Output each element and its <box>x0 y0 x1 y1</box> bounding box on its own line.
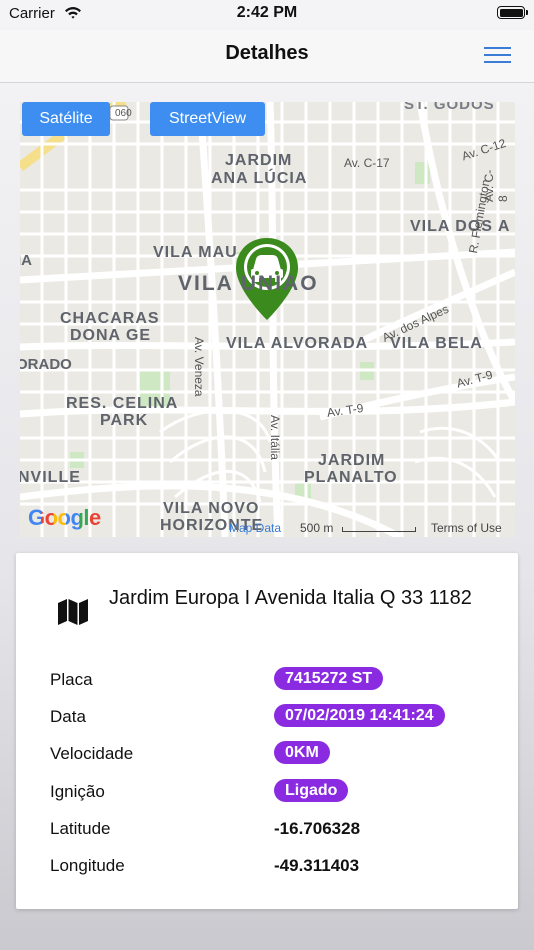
plate-badge: 7415272 ST <box>274 667 384 690</box>
detail-row-latitude: Latitude -16.706328 <box>50 816 500 844</box>
detail-row-longitude: Longitude -49.311403 <box>50 853 500 881</box>
map-view[interactable]: 060 ST. GODOS JARDIM ANA LÚCIA Av. C-17 … <box>20 102 515 537</box>
battery-icon <box>497 6 528 19</box>
page-title: Detalhes <box>225 42 309 64</box>
details-card: Jardim Europa I Avenida Italia Q 33 1182… <box>16 553 518 909</box>
detail-label: Longitude <box>50 856 125 875</box>
latitude-value: -16.706328 <box>274 819 361 838</box>
detail-label: Placa <box>50 670 93 689</box>
speed-badge: 0KM <box>274 741 330 764</box>
map-data-link[interactable]: Map Data <box>229 521 281 535</box>
map-scale-bar <box>342 527 416 532</box>
date-badge: 07/02/2019 14:41:24 <box>274 704 445 727</box>
address-text: Jardim Europa I Avenida Italia Q 33 1182 <box>109 587 472 609</box>
nav-bar: Detalhes <box>0 30 534 83</box>
map-streets <box>20 102 515 537</box>
detail-row-ignicao: Ignição Ligado <box>50 779 500 807</box>
satellite-button[interactable]: Satélite <box>22 102 110 136</box>
ignition-badge: Ligado <box>274 779 349 802</box>
streetview-button[interactable]: StreetView <box>150 102 265 136</box>
detail-row-placa: Placa 7415272 ST <box>50 667 500 695</box>
terms-of-use-link[interactable]: Terms of Use <box>431 521 502 535</box>
map-scale-label: 500 m <box>300 521 334 535</box>
detail-row-velocidade: Velocidade 0KM <box>50 741 500 769</box>
google-logo-text: Google <box>28 505 101 530</box>
detail-row-data: Data 07/02/2019 14:41:24 <box>50 704 500 732</box>
detail-label: Data <box>50 707 86 726</box>
status-bar: Carrier 2:42 PM <box>0 0 534 30</box>
clock: 2:42 PM <box>236 4 298 21</box>
hamburger-menu-icon[interactable] <box>484 44 514 66</box>
detail-label: Velocidade <box>50 744 134 763</box>
map-icon <box>58 599 88 630</box>
detail-label: Ignição <box>50 782 105 801</box>
detail-label: Latitude <box>50 819 111 838</box>
google-logo: Google <box>28 505 101 531</box>
longitude-value: -49.311403 <box>274 856 360 875</box>
